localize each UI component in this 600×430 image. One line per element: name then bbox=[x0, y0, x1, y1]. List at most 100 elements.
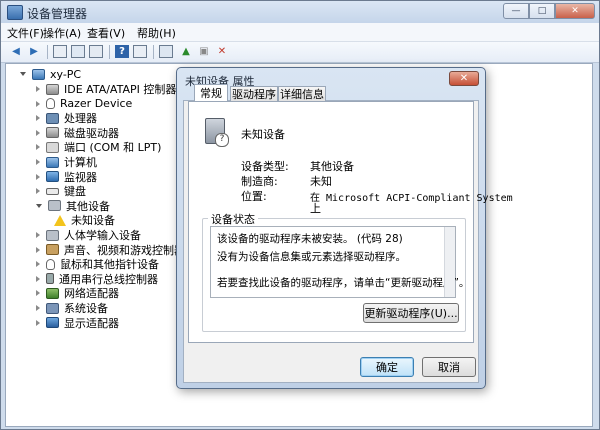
expand-icon[interactable] bbox=[36, 86, 40, 92]
usb-controllers-icon bbox=[46, 273, 54, 285]
expand-icon[interactable] bbox=[36, 159, 40, 165]
tree-item-disk-drives[interactable]: 磁盘驱动器 bbox=[36, 126, 119, 140]
tree-item-label: 磁盘驱动器 bbox=[64, 126, 119, 140]
keyboards-icon bbox=[46, 187, 59, 195]
tree-item-label: 其他设备 bbox=[66, 199, 110, 213]
update-driver-button[interactable]: 更新驱动程序(U)... bbox=[363, 303, 459, 323]
expand-icon[interactable] bbox=[36, 115, 40, 122]
device-type-label: 设备类型: bbox=[241, 160, 289, 173]
menu-bar: 文件(F) 操作(A) 查看(V) 帮助(H) bbox=[1, 23, 599, 42]
expand-icon[interactable] bbox=[36, 305, 40, 311]
device-status-group: 设备状态 该设备的驱动程序未被安装。 (代码 28) 没有为设备信息集或元素选择… bbox=[202, 211, 469, 332]
location-label: 位置: bbox=[241, 190, 267, 203]
uninstall-icon[interactable]: ✕ bbox=[215, 45, 229, 58]
tree-item-label: 监视器 bbox=[64, 170, 97, 184]
expand-icon[interactable] bbox=[36, 173, 40, 180]
tree-item-label: 系统设备 bbox=[64, 302, 108, 315]
monitors-icon bbox=[46, 171, 59, 183]
unknown-device-icon: ? bbox=[205, 118, 229, 147]
tab-general[interactable]: 常规 bbox=[194, 84, 228, 101]
expand-icon[interactable] bbox=[36, 144, 40, 151]
other-devices-icon bbox=[48, 200, 61, 212]
help-icon[interactable]: ? bbox=[115, 45, 129, 58]
tree-item-computer[interactable]: 计算机 bbox=[36, 155, 97, 169]
tree-item-mice-pointing[interactable]: 鼠标和其他指针设备 bbox=[36, 257, 159, 271]
unknown-device-icon bbox=[54, 214, 66, 226]
minimize-button[interactable]: — bbox=[503, 3, 529, 19]
scan-icon[interactable] bbox=[159, 45, 173, 58]
tree-item-keyboards[interactable]: 键盘 bbox=[36, 184, 86, 198]
maximize-button[interactable]: □ bbox=[529, 3, 555, 19]
razer-device-icon bbox=[46, 98, 55, 110]
device-list-icon[interactable] bbox=[89, 45, 103, 58]
expand-icon[interactable] bbox=[36, 319, 40, 326]
tree-item-hid-devices[interactable]: 人体学输入设备 bbox=[36, 228, 141, 242]
forward-icon[interactable]: ▶ bbox=[27, 45, 41, 58]
collapse-icon[interactable] bbox=[20, 72, 26, 76]
ide-controllers-icon bbox=[46, 83, 59, 95]
status-scrollbar[interactable] bbox=[444, 227, 455, 297]
tree-item-ports[interactable]: 端口 (COM 和 LPT) bbox=[36, 140, 161, 154]
menu-help[interactable]: 帮助(H) bbox=[137, 25, 176, 41]
tree-root-label: xy-PC bbox=[50, 67, 82, 81]
menu-file[interactable]: 文件(F) bbox=[7, 25, 44, 41]
tree-item-display-adapters[interactable]: 显示适配器 bbox=[36, 316, 119, 330]
device-status-text[interactable]: 该设备的驱动程序未被安装。 (代码 28) 没有为设备信息集或元素选择驱动程序。… bbox=[210, 226, 469, 298]
ok-button[interactable]: 确定 bbox=[360, 357, 414, 377]
tree-item-unknown-device[interactable]: 未知设备 bbox=[44, 213, 115, 227]
device-status-legend: 设备状态 bbox=[208, 211, 258, 227]
toolbar: ◀ ▶ ? ▲ ▣ ✕ bbox=[1, 42, 599, 63]
close-button[interactable]: ✕ bbox=[555, 3, 595, 19]
expand-icon[interactable] bbox=[36, 100, 40, 107]
tab-driver[interactable]: 驱动程序 bbox=[230, 86, 278, 101]
tab-details[interactable]: 详细信息 bbox=[278, 86, 326, 101]
tree-item-label: Razer Device bbox=[60, 97, 133, 111]
refresh-icon[interactable] bbox=[71, 45, 85, 58]
menu-action[interactable]: 操作(A) bbox=[43, 25, 81, 41]
tree-item-label: IDE ATA/ATAPI 控制器 bbox=[64, 83, 177, 96]
device-manager-icon bbox=[7, 5, 23, 20]
tree-item-system-devices[interactable]: 系统设备 bbox=[36, 301, 108, 315]
tree-item-label: 计算机 bbox=[64, 156, 97, 169]
title-bar[interactable]: 设备管理器 — □ ✕ bbox=[1, 1, 599, 23]
tree-item-label: 声音、视频和游戏控制器 bbox=[64, 243, 185, 257]
status-line-2: 没有为设备信息集或元素选择驱动程序。 bbox=[217, 251, 406, 263]
manufacturer-value: 未知 bbox=[310, 175, 332, 188]
expand-icon[interactable] bbox=[36, 129, 40, 136]
disk-drives-icon bbox=[46, 127, 59, 139]
location-value-continued: 上 bbox=[310, 202, 321, 215]
menu-view[interactable]: 查看(V) bbox=[87, 25, 125, 41]
cancel-button[interactable]: 取消 bbox=[422, 357, 476, 377]
computer-icon bbox=[46, 156, 59, 168]
expand-icon[interactable] bbox=[36, 290, 40, 297]
expand-icon[interactable] bbox=[36, 246, 40, 253]
expand-icon[interactable] bbox=[36, 188, 40, 195]
tree-item-other-devices[interactable]: 其他设备 bbox=[36, 199, 110, 213]
tree-item-processors[interactable]: 处理器 bbox=[36, 111, 97, 125]
tree-item-monitors[interactable]: 监视器 bbox=[36, 170, 97, 184]
properties-icon[interactable] bbox=[53, 45, 67, 58]
dialog-close-button[interactable]: ✕ bbox=[449, 71, 479, 86]
expand-icon[interactable] bbox=[36, 275, 40, 282]
hid-devices-icon bbox=[46, 229, 59, 241]
update-driver-icon[interactable]: ▲ bbox=[179, 45, 193, 58]
collapse-icon[interactable] bbox=[36, 203, 42, 208]
status-line-1: 该设备的驱动程序未被安装。 (代码 28) bbox=[217, 233, 403, 245]
general-panel: ? 未知设备 设备类型: 其他设备 制造商: 未知 位置: 在 Microsof… bbox=[188, 101, 513, 343]
status-line-3: 若要查找此设备的驱动程序，请单击“更新驱动程序”。 bbox=[217, 277, 470, 289]
tree-item-label: 未知设备 bbox=[71, 214, 115, 228]
tree-root[interactable]: xy-PC bbox=[20, 67, 81, 81]
expand-icon[interactable] bbox=[36, 232, 40, 238]
back-icon[interactable]: ◀ bbox=[9, 45, 23, 58]
manufacturer-label: 制造商: bbox=[241, 175, 278, 188]
device-manager-window: 设备管理器 — □ ✕ 文件(F) 操作(A) 查看(V) 帮助(H) ◀ ▶ … bbox=[0, 0, 600, 430]
tree-item-sound-video-game[interactable]: 声音、视频和游戏控制器 bbox=[36, 243, 185, 257]
device-icon[interactable] bbox=[133, 45, 147, 58]
expand-icon[interactable] bbox=[36, 261, 40, 268]
tree-item-usb-controllers[interactable]: 通用串行总线控制器 bbox=[36, 272, 158, 286]
disable-icon[interactable]: ▣ bbox=[197, 45, 211, 58]
tree-item-ide-controllers[interactable]: IDE ATA/ATAPI 控制器 bbox=[36, 82, 176, 96]
device-name: 未知设备 bbox=[241, 128, 285, 141]
tree-item-razer-device[interactable]: Razer Device bbox=[36, 97, 132, 111]
tree-item-network-adapters[interactable]: 网络适配器 bbox=[36, 286, 119, 300]
